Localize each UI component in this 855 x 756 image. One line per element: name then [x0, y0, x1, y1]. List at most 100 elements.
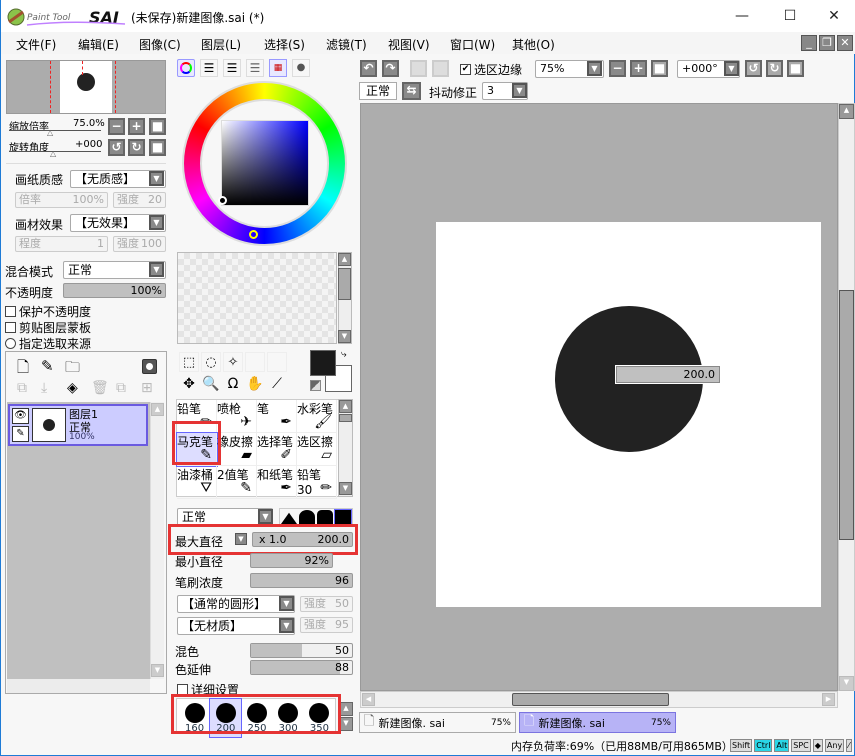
scroll-down-button[interactable]: ▼	[339, 482, 352, 495]
tool-pencil[interactable]: 铅笔 ✏	[177, 400, 217, 433]
new-folder-icon[interactable]: 🗀	[65, 357, 80, 382]
zoom-slider[interactable]	[9, 130, 101, 131]
min-size-slider[interactable]: 92%	[250, 553, 333, 568]
minimize-button[interactable]: —	[719, 0, 765, 32]
chevron-down-icon[interactable]: ▼	[512, 83, 527, 98]
menu-other[interactable]: 其他(O)	[512, 36, 555, 53]
brush-shape-select[interactable]: 【通常的圆形】	[177, 595, 295, 613]
brush-edge-hard[interactable]	[334, 509, 352, 525]
rotate-slider-thumb[interactable]: △	[50, 149, 56, 158]
swap-colors-icon[interactable]: ⤷	[341, 349, 347, 360]
brush-size-preset[interactable]: 250	[241, 699, 272, 737]
layer-mask-icon[interactable]	[142, 359, 157, 374]
rotate-tool-icon[interactable]: Ω	[223, 374, 243, 394]
close-button[interactable]: ✕	[811, 0, 855, 32]
protect-alpha-checkbox[interactable]: 保护不透明度	[5, 303, 91, 320]
brush-edge-firm[interactable]	[317, 510, 333, 524]
density-slider[interactable]: 96	[250, 573, 353, 588]
hue-picker-handle[interactable]	[249, 230, 258, 239]
size-multiplier-button[interactable]: ▼	[235, 533, 247, 545]
tool-marker[interactable]: 马克笔 ✎	[176, 432, 218, 467]
scroll-up-button[interactable]: ▲	[151, 403, 164, 416]
chevron-down-icon[interactable]: ▼	[279, 596, 294, 611]
new-layer-icon[interactable]: 🗋	[17, 357, 29, 382]
sv-picker-handle[interactable]	[218, 196, 227, 205]
move-icon[interactable]: ✥	[179, 374, 199, 394]
tool-washi-pen[interactable]: 和纸笔 ✒	[257, 466, 297, 499]
menu-image[interactable]: 图像(C)	[139, 36, 181, 53]
zoom-in-button[interactable]: +	[128, 118, 145, 135]
new-layer-from-icon[interactable]: ⊞	[141, 380, 153, 396]
layer-list-hscrollbar[interactable]	[7, 679, 150, 693]
menu-view[interactable]: 视图(V)	[388, 36, 430, 53]
tool-airbrush[interactable]: 喷枪 ✈	[217, 400, 257, 433]
zoom-out-button[interactable]: −	[108, 118, 125, 135]
brush-size-preset[interactable]: 160	[179, 699, 210, 737]
canvas-zoom-reset-button[interactable]: ■	[651, 60, 668, 77]
clear-layer-icon[interactable]: ◈	[67, 380, 78, 396]
scroll-right-button[interactable]: ▶	[822, 693, 835, 706]
scratchpad-tab[interactable]: ●	[292, 59, 310, 77]
document-tab[interactable]: 🗋 新建图像. sai 75%	[359, 712, 516, 733]
merge-down-icon[interactable]: ⤓	[41, 380, 47, 396]
brush-edge-medium[interactable]	[299, 510, 315, 524]
copy-layer-icon[interactable]: ⧉	[17, 380, 27, 396]
eye-icon[interactable]: 👁	[12, 408, 29, 424]
color-wheel-tab[interactable]	[177, 59, 195, 77]
tool-bucket[interactable]: 油漆桶 ⛛	[177, 466, 217, 499]
merge-layer-icon[interactable]: ⧉	[116, 380, 126, 396]
saturation-value-square[interactable]	[221, 120, 309, 206]
layer-item[interactable]: 👁 ✎ 图层1 正常 100%	[8, 404, 148, 446]
canvas-blend-mode-button[interactable]: 正常	[359, 82, 397, 100]
chevron-down-icon[interactable]: ▼	[149, 171, 164, 186]
brush-lock-icon[interactable]: ✎	[12, 426, 29, 442]
lasso-select-icon[interactable]: ◌	[201, 352, 221, 372]
radio-icon[interactable]	[5, 338, 16, 349]
scroll-up-button[interactable]: ▲	[839, 104, 854, 119]
dilution-slider[interactable]: 88	[250, 660, 353, 675]
canvas-vscroll-thumb[interactable]	[839, 290, 854, 540]
mdi-close-button[interactable]: ✕	[837, 35, 853, 51]
tool-pencil[interactable]: 铅笔30 ✏	[297, 466, 337, 499]
deselect-button[interactable]	[410, 60, 427, 77]
eyedropper-icon[interactable]: ⟋	[267, 374, 287, 394]
brush-texture-select[interactable]: 【无材质】	[177, 617, 295, 635]
swatch-palette[interactable]	[177, 252, 337, 344]
opacity-slider[interactable]: 100%	[63, 283, 166, 298]
tool-watercolor[interactable]: 水彩笔 🖌	[297, 400, 337, 433]
transparent-color-icon[interactable]	[310, 380, 321, 391]
document-tab-active[interactable]: 🗋 新建图像. sai 75%	[519, 712, 676, 733]
chevron-down-icon[interactable]: ▼	[587, 61, 602, 76]
flip-view-button[interactable]: ⇆	[402, 82, 421, 100]
tool-select-eraser[interactable]: 选区擦 ▱	[297, 433, 337, 466]
checkbox-icon[interactable]	[177, 684, 188, 695]
zoom-slider-thumb[interactable]: △	[47, 128, 53, 137]
canvas-rotate-reset-button[interactable]: ■	[787, 60, 804, 77]
scroll-up-button[interactable]: ▲	[339, 702, 353, 716]
canvas-zoom-in-button[interactable]: +	[630, 60, 647, 77]
rgb-slider-tab[interactable]: ☰	[200, 59, 218, 77]
clip-mask-checkbox[interactable]: 剪贴图层蒙板	[5, 319, 91, 336]
blend-slider[interactable]: 50	[250, 643, 353, 658]
tool-scroll-thumb[interactable]	[339, 414, 352, 422]
brush-size-preset[interactable]: 350	[304, 699, 335, 737]
scroll-down-button[interactable]: ▼	[151, 664, 164, 677]
brush-size-preset[interactable]: 300	[273, 699, 304, 737]
selection-edge-checkbox[interactable]: ✔ 选区边缘	[460, 61, 522, 78]
chevron-down-icon[interactable]: ▼	[279, 618, 294, 633]
menu-edit[interactable]: 编辑(E)	[78, 36, 119, 53]
advanced-settings-checkbox[interactable]: 详细设置	[177, 681, 239, 698]
canvas-rotate-right-button[interactable]: ↻	[766, 60, 783, 77]
checkbox-icon[interactable]	[5, 306, 16, 317]
rect-select-icon[interactable]: ⬚	[179, 352, 199, 372]
menu-layer[interactable]: 图层(L)	[201, 36, 241, 53]
tool-binary-pen[interactable]: 2值笔 ✎	[217, 466, 257, 499]
swatches-tab[interactable]: ▦	[269, 59, 287, 77]
redo-button[interactable]: ↷	[382, 60, 399, 77]
canvas-hscroll-thumb[interactable]	[512, 693, 669, 706]
navigator-preview[interactable]	[6, 60, 166, 114]
brush-edge-selector[interactable]	[279, 508, 353, 526]
rotate-left-button[interactable]: ↺	[108, 139, 125, 156]
chevron-down-icon[interactable]: ▼	[724, 61, 739, 76]
trash-icon[interactable]: 🗑	[91, 380, 109, 396]
